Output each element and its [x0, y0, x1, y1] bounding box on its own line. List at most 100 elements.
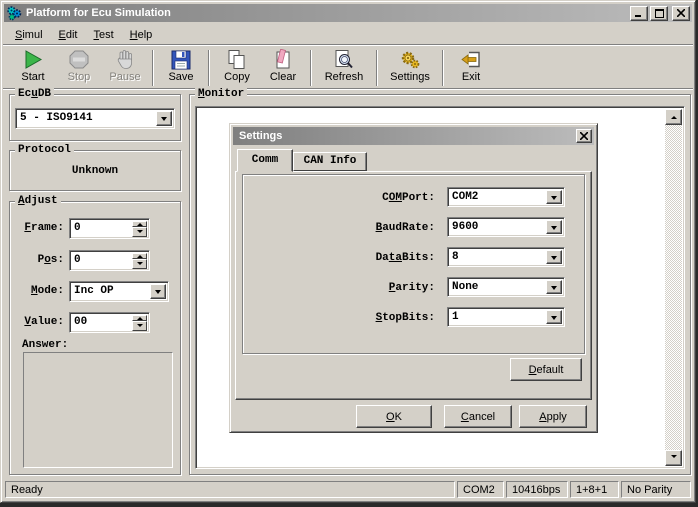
value-label: Value:: [12, 316, 64, 328]
toolbar-separator: [442, 50, 444, 86]
mode-select[interactable]: Inc OP: [69, 281, 169, 302]
parity-value: None: [448, 278, 546, 296]
exit-arrow-icon: [459, 49, 483, 71]
ok-button[interactable]: OK: [356, 405, 432, 428]
maximize-icon: [655, 9, 664, 18]
cancel-button[interactable]: Cancel: [444, 405, 512, 428]
status-baud-rate: 10416bps: [506, 481, 568, 498]
value-value: 00: [70, 313, 132, 332]
stop-sign-icon: [67, 49, 91, 71]
status-parity: No Parity: [621, 481, 691, 498]
app-icon: [6, 5, 22, 21]
ecudb-group-title: EcuDB: [15, 88, 54, 101]
title-bar[interactable]: Platform for Ecu Simulation: [4, 4, 692, 22]
comport-value: COM2: [448, 188, 546, 206]
baudrate-select[interactable]: 9600: [447, 217, 565, 237]
databits-value: 8: [448, 248, 546, 266]
mode-select-value: Inc OP: [70, 282, 150, 301]
minimize-icon: [635, 9, 643, 18]
close-button[interactable]: [672, 6, 690, 21]
value-spinner[interactable]: 00: [69, 312, 150, 333]
menu-test[interactable]: Test: [85, 26, 121, 44]
databits-label: DataBits:: [305, 252, 435, 264]
copy-button[interactable]: Copy: [214, 48, 260, 88]
status-message: Ready: [5, 481, 455, 498]
chevron-down-icon[interactable]: [546, 310, 562, 324]
screen: Platform for Ecu Simulation Simul Edit T…: [0, 0, 698, 507]
toolbar-separator: [376, 50, 378, 86]
status-frame-format: 1+8+1: [570, 481, 619, 498]
chevron-down-icon[interactable]: [546, 220, 562, 234]
answer-box: [23, 352, 173, 468]
parity-select[interactable]: None: [447, 277, 565, 297]
app-window: Platform for Ecu Simulation Simul Edit T…: [0, 0, 696, 503]
scroll-up-button[interactable]: [665, 109, 682, 125]
dialog-close-button[interactable]: [576, 129, 592, 143]
ecudb-group: EcuDB 5 - ISO9141: [9, 94, 181, 141]
status-bar: Ready COM2 10416bps 1+8+1 No Parity: [3, 478, 693, 500]
minimize-button[interactable]: [630, 6, 648, 21]
window-controls: [628, 6, 690, 21]
stopbits-value: 1: [448, 308, 546, 326]
pos-spin-down[interactable]: [132, 259, 147, 269]
pos-value: 0: [70, 251, 132, 270]
pause-hand-icon: [113, 49, 137, 71]
start-button[interactable]: Start: [10, 48, 56, 88]
toolbar-separator: [310, 50, 312, 86]
pause-button: Pause: [102, 48, 148, 88]
save-button[interactable]: Save: [158, 48, 204, 88]
menu-simul[interactable]: Simul: [7, 26, 51, 44]
protocol-value: Unknown: [10, 165, 180, 177]
tab-comm[interactable]: Comm: [237, 149, 293, 172]
settings-button[interactable]: Settings: [382, 48, 438, 88]
scrollbar-track[interactable]: [665, 125, 682, 450]
apply-button[interactable]: Apply: [519, 405, 587, 428]
monitor-group-title: Monitor: [195, 88, 247, 101]
settings-dialog: Settings Comm CAN Info COMPort: COM2 Bau…: [229, 123, 598, 433]
clear-button[interactable]: Clear: [260, 48, 306, 88]
pos-spinner[interactable]: 0: [69, 250, 150, 271]
ecudb-select-value: 5 - ISO9141: [16, 109, 156, 128]
baudrate-label: BaudRate:: [305, 222, 435, 234]
chevron-down-icon[interactable]: [156, 111, 172, 126]
dialog-title-bar[interactable]: Settings: [233, 127, 594, 145]
maximize-button[interactable]: [650, 6, 668, 21]
copy-pages-icon: [225, 49, 249, 71]
comport-label: COMPort:: [305, 192, 435, 204]
chevron-down-icon[interactable]: [546, 250, 562, 264]
protocol-group-title: Protocol: [15, 144, 74, 157]
menu-edit[interactable]: Edit: [51, 26, 86, 44]
chevron-down-icon[interactable]: [546, 280, 562, 294]
scroll-down-button[interactable]: [665, 450, 682, 466]
parity-label: Parity:: [305, 282, 435, 294]
adjust-group: Adjust Frame: 0 Pos: 0 Mode: Inc OP Valu…: [9, 201, 181, 475]
stopbits-select[interactable]: 1: [447, 307, 565, 327]
pos-label: Pos:: [12, 254, 64, 266]
toolbar: Start Stop Pause: [3, 47, 693, 89]
exit-button[interactable]: Exit: [448, 48, 494, 88]
frame-label: Frame:: [12, 222, 64, 234]
stopbits-label: StopBits:: [305, 312, 435, 324]
refresh-button[interactable]: Refresh: [316, 48, 372, 88]
frame-spin-down[interactable]: [132, 227, 147, 237]
answer-label: Answer:: [22, 339, 68, 351]
chevron-down-icon[interactable]: [150, 284, 166, 299]
toolbar-separator: [152, 50, 154, 86]
play-icon: [21, 49, 45, 71]
clear-eraser-icon: [271, 49, 295, 71]
frame-value: 0: [70, 219, 132, 238]
comport-select[interactable]: COM2: [447, 187, 565, 207]
monitor-scrollbar[interactable]: [665, 109, 682, 466]
status-com-port: COM2: [457, 481, 504, 498]
default-button[interactable]: Default: [510, 358, 582, 381]
value-spin-down[interactable]: [132, 321, 147, 331]
tab-can-info[interactable]: CAN Info: [293, 152, 367, 171]
chevron-down-icon[interactable]: [546, 190, 562, 204]
mode-label: Mode:: [12, 285, 64, 297]
frame-spinner[interactable]: 0: [69, 218, 150, 239]
menu-help[interactable]: Help: [122, 26, 161, 44]
databits-select[interactable]: 8: [447, 247, 565, 267]
stop-button: Stop: [56, 48, 102, 88]
floppy-disk-icon: [169, 49, 193, 71]
ecudb-select[interactable]: 5 - ISO9141: [15, 108, 175, 129]
